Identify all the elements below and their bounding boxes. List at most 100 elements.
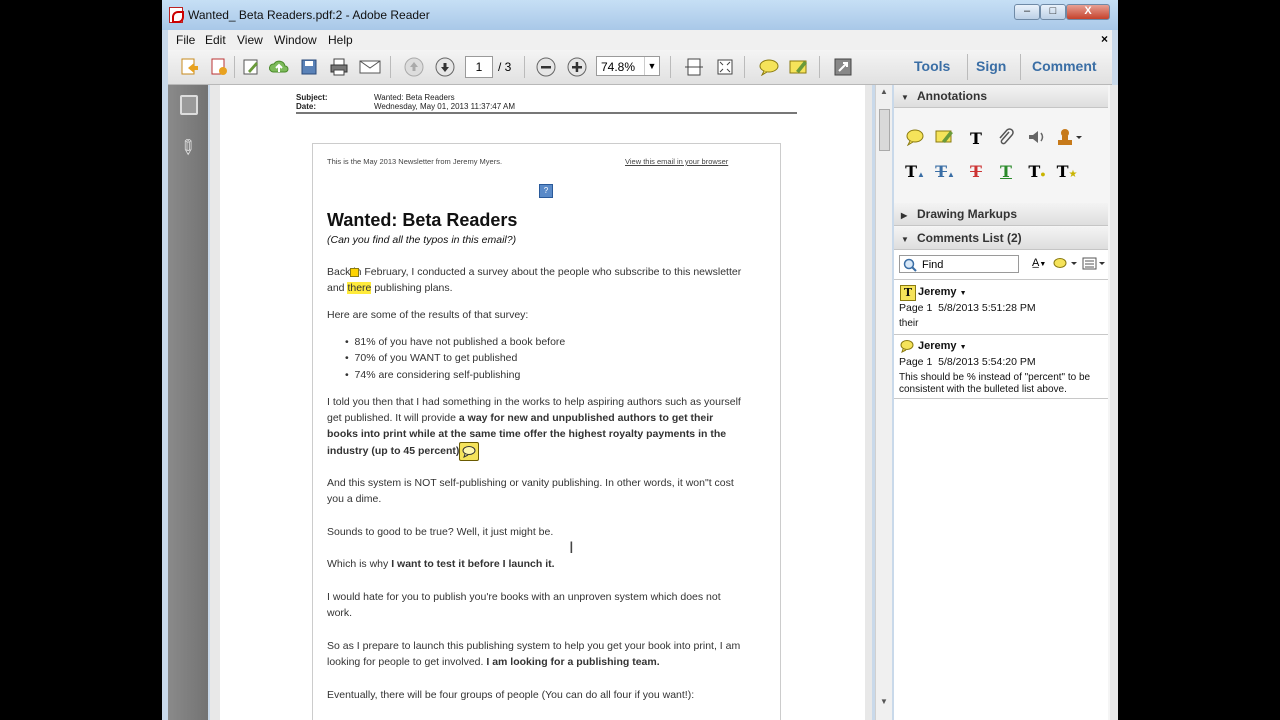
comment-item[interactable]: Jeremy ▼ Page 1 5/8/2013 5:54:20 PM This… <box>894 334 1108 399</box>
add-text-tool-icon[interactable]: T <box>965 128 987 150</box>
author-dropdown-icon[interactable]: ▼ <box>960 344 967 351</box>
subject-label: Subject: <box>296 93 328 102</box>
highlight-text-icon[interactable] <box>788 56 810 78</box>
scroll-down-icon[interactable]: ▼ <box>880 697 888 706</box>
text-comment-tool-icon[interactable]: T● <box>1026 161 1048 183</box>
tools-button[interactable]: Tools <box>914 58 950 74</box>
attachments-icon[interactable]: ✎ <box>173 133 203 163</box>
para3-bold: a way for new and unpublished authors to… <box>458 412 714 424</box>
email-body: This is the May 2013 Newsletter from Jer… <box>312 143 781 720</box>
panel-scrollbar[interactable] <box>1110 85 1118 720</box>
paragraph-8-line-2: looking for people to get involved. I am… <box>327 654 660 670</box>
annotations-header[interactable]: ▼ Annotations <box>894 85 1108 108</box>
page-thumbnails-icon[interactable] <box>180 95 198 115</box>
zoom-dropdown-icon[interactable]: ▼ <box>644 57 659 75</box>
zoom-out-icon[interactable] <box>535 56 557 78</box>
record-audio-tool-icon[interactable] <box>1026 128 1048 150</box>
sort-comments-icon[interactable]: A̲▼ <box>1032 257 1046 269</box>
drawing-markups-label: Drawing Markups <box>917 207 1018 221</box>
minimize-button[interactable]: – <box>1014 4 1040 20</box>
pdf-app-icon <box>169 7 184 23</box>
scroll-up-icon[interactable]: ▲ <box>880 87 888 96</box>
sticky-note-tool-icon[interactable] <box>904 128 926 150</box>
email-heading: Wanted: Beta Readers <box>327 210 518 230</box>
fit-page-icon[interactable] <box>714 56 736 78</box>
paragraph-8-line-1: So as I prepare to launch this publishin… <box>327 640 741 652</box>
bullet-2: • 70% of you WANT to get published <box>345 352 518 364</box>
pdf-page: Subject: Wanted: Beta Readers Date: Wednes… <box>220 85 865 720</box>
maximize-button[interactable]: □ <box>1040 4 1066 20</box>
drawing-markups-header[interactable]: ▶ Drawing Markups <box>894 203 1108 226</box>
comment-button[interactable]: Comment <box>1032 58 1097 74</box>
comment-page: Page 1 <box>899 356 933 368</box>
page-number-input[interactable]: 1 <box>465 56 493 78</box>
attach-file-tool-icon[interactable] <box>995 128 1017 150</box>
replace-text-tool-icon[interactable]: T▲ <box>904 161 926 183</box>
underline-tool-icon[interactable]: T <box>995 161 1017 183</box>
bullet-1: • 81% of you have not published a book b… <box>345 336 566 348</box>
comment-time: 5/8/2013 5:51:28 PM <box>938 302 1036 314</box>
convert-pdf-icon[interactable] <box>208 56 230 78</box>
para8-bold: I am looking for a publishing team. <box>486 656 660 668</box>
full-screen-icon[interactable] <box>832 56 854 78</box>
collapse-icon: ▼ <box>901 93 909 102</box>
email-header: Subject: Wanted: Beta Readers Date: Wednes… <box>296 85 515 111</box>
save-icon[interactable] <box>298 56 320 78</box>
comment-author[interactable]: Jeremy ▼ <box>918 340 967 352</box>
zoom-in-icon[interactable] <box>566 56 588 78</box>
header-divider <box>296 112 797 114</box>
comment-page: Page 1 <box>899 302 933 314</box>
text-stamp-tool-icon[interactable]: T★ <box>1056 161 1078 183</box>
expand-icon: ▶ <box>901 211 908 220</box>
menu-file[interactable]: File <box>176 33 195 47</box>
menu-view[interactable]: View <box>237 33 263 47</box>
find-comment-input[interactable]: Find <box>899 255 1019 273</box>
sign-button[interactable]: Sign <box>976 58 1006 74</box>
paragraph-4-line-1: And this system is NOT self-publishing o… <box>327 477 734 489</box>
document-area: Subject: Wanted: Beta Readers Date: Wednes… <box>210 85 872 720</box>
toolbar: 1 / 3 74.8% ▼ Tools Sign Comment <box>168 50 1112 85</box>
paragraph-4-line-2: you a dime. <box>327 493 382 505</box>
paragraph-5: Sounds to good to be true? Well, it just… <box>327 526 554 538</box>
filter-comments-icon[interactable] <box>1052 256 1078 277</box>
fit-width-icon[interactable] <box>683 56 705 78</box>
comment-author[interactable]: Jeremy ▼ <box>918 286 967 298</box>
browser-link[interactable]: View this email in your browser <box>625 154 728 170</box>
paragraph-1-line-2: and there publishing plans. <box>327 280 453 296</box>
sticky-note-icon[interactable] <box>758 56 780 78</box>
close-document-button[interactable]: × <box>1101 32 1108 46</box>
menu-window[interactable]: Window <box>274 33 317 47</box>
insert-text-tool-icon[interactable]: T▲ <box>934 161 956 183</box>
email-subheading: (Can you find all the typos in this emai… <box>327 234 517 246</box>
menu-help[interactable]: Help <box>328 33 353 47</box>
collapse-comments-icon: ▼ <box>901 235 909 244</box>
previous-page-icon[interactable] <box>403 56 425 78</box>
strikethrough-tool-icon[interactable]: T <box>965 161 987 183</box>
para1-text-end: publishing plans. <box>374 282 453 294</box>
highlight-tool-icon[interactable] <box>934 128 956 150</box>
comments-list: Find A̲▼ T Jeremy ▼ Page 1 5/8/2013 5:51… <box>894 250 1108 720</box>
app-window: Wanted_ Beta Readers.pdf:2 - Adobe Reade… <box>162 0 1118 720</box>
upload-cloud-icon[interactable] <box>268 56 290 78</box>
scroll-thumb[interactable] <box>879 109 890 151</box>
close-window-button[interactable]: X <box>1066 4 1110 20</box>
date-value: Wednesday, May 01, 2013 11:37:47 AM <box>374 102 515 111</box>
menu-edit[interactable]: Edit <box>205 33 226 47</box>
options-menu-icon[interactable] <box>1082 256 1108 277</box>
sticky-note-marker[interactable] <box>459 442 479 461</box>
paragraph-3-line-3: books into print while at the same time … <box>327 428 727 440</box>
author-dropdown-icon[interactable]: ▼ <box>960 290 967 297</box>
stamp-tool-icon[interactable] <box>1056 128 1082 150</box>
email-icon[interactable] <box>359 56 381 78</box>
text-insert-marker[interactable] <box>350 268 359 277</box>
comment-item[interactable]: T Jeremy ▼ Page 1 5/8/2013 5:51:28 PM th… <box>894 279 1108 335</box>
next-page-icon[interactable] <box>434 56 456 78</box>
comments-list-header[interactable]: ▼ Comments List (2) <box>894 227 1108 250</box>
document-scrollbar[interactable]: ▲ ▼ <box>875 85 892 720</box>
highlighted-word[interactable]: there <box>347 282 372 294</box>
create-pdf-icon[interactable] <box>178 56 200 78</box>
print-icon[interactable] <box>328 56 350 78</box>
edit-pdf-icon[interactable] <box>240 56 262 78</box>
para1-text: and <box>327 282 345 294</box>
sticky-note-comment-icon <box>900 339 914 353</box>
